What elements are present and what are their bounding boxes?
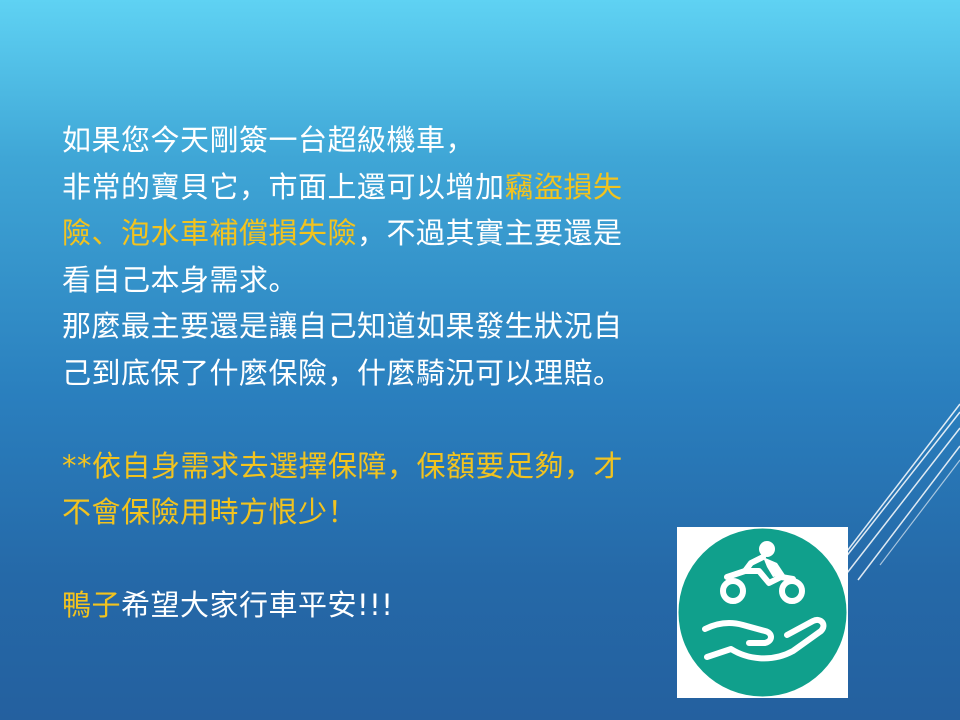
text-segment: 看自己本身需求。 (62, 262, 299, 297)
text-segment: 非常的寶貝它，市面上還可以增加 (62, 169, 505, 204)
slide: 如果您今天剛簽一台超級機車， 非常的寶貝它，市面上還可以增加竊盜損失 險、泡水車… (0, 0, 960, 720)
text-segment: ，不過其實主要還是 (357, 216, 623, 250)
icon-card (677, 527, 848, 698)
text-line: 看自己本身需求。 (62, 257, 802, 304)
text-line: 非常的寶貝它，市面上還可以增加竊盜損失 (62, 164, 802, 211)
tip-text: 不會保險用時方恨少！ (62, 495, 358, 529)
tip-line: **依自身需求去選擇保障，保額要足夠，才 (62, 443, 802, 490)
text-line: 那麼最主要還是讓自己知道如果發生狀況自 (62, 303, 802, 350)
highlight-text: 竊盜損失 (504, 169, 623, 204)
highlight-text: 險、泡水車補償損失險 (62, 216, 358, 250)
closing-message: 希望大家行車平安!!! (121, 588, 394, 622)
text-line: 己到底保了什麼保險，什麼騎況可以理賠。 (62, 350, 802, 397)
author-name: 鴨子 (62, 588, 122, 622)
text-line: 險、泡水車補償損失險，不過其實主要還是 (62, 210, 802, 257)
text-line: 如果您今天剛簽一台超級機車， (62, 117, 802, 164)
text-segment: 己到底保了什麼保險，什麼騎況可以理賠。 (62, 355, 623, 390)
text-segment: 如果您今天剛簽一台超級機車， (62, 123, 476, 157)
text-segment: 那麼最主要還是讓自己知道如果發生狀況自 (62, 309, 623, 343)
motorcycle-insurance-hand-icon (678, 528, 847, 697)
tip-text: **依自身需求去選擇保障，保額要足夠，才 (62, 448, 624, 483)
